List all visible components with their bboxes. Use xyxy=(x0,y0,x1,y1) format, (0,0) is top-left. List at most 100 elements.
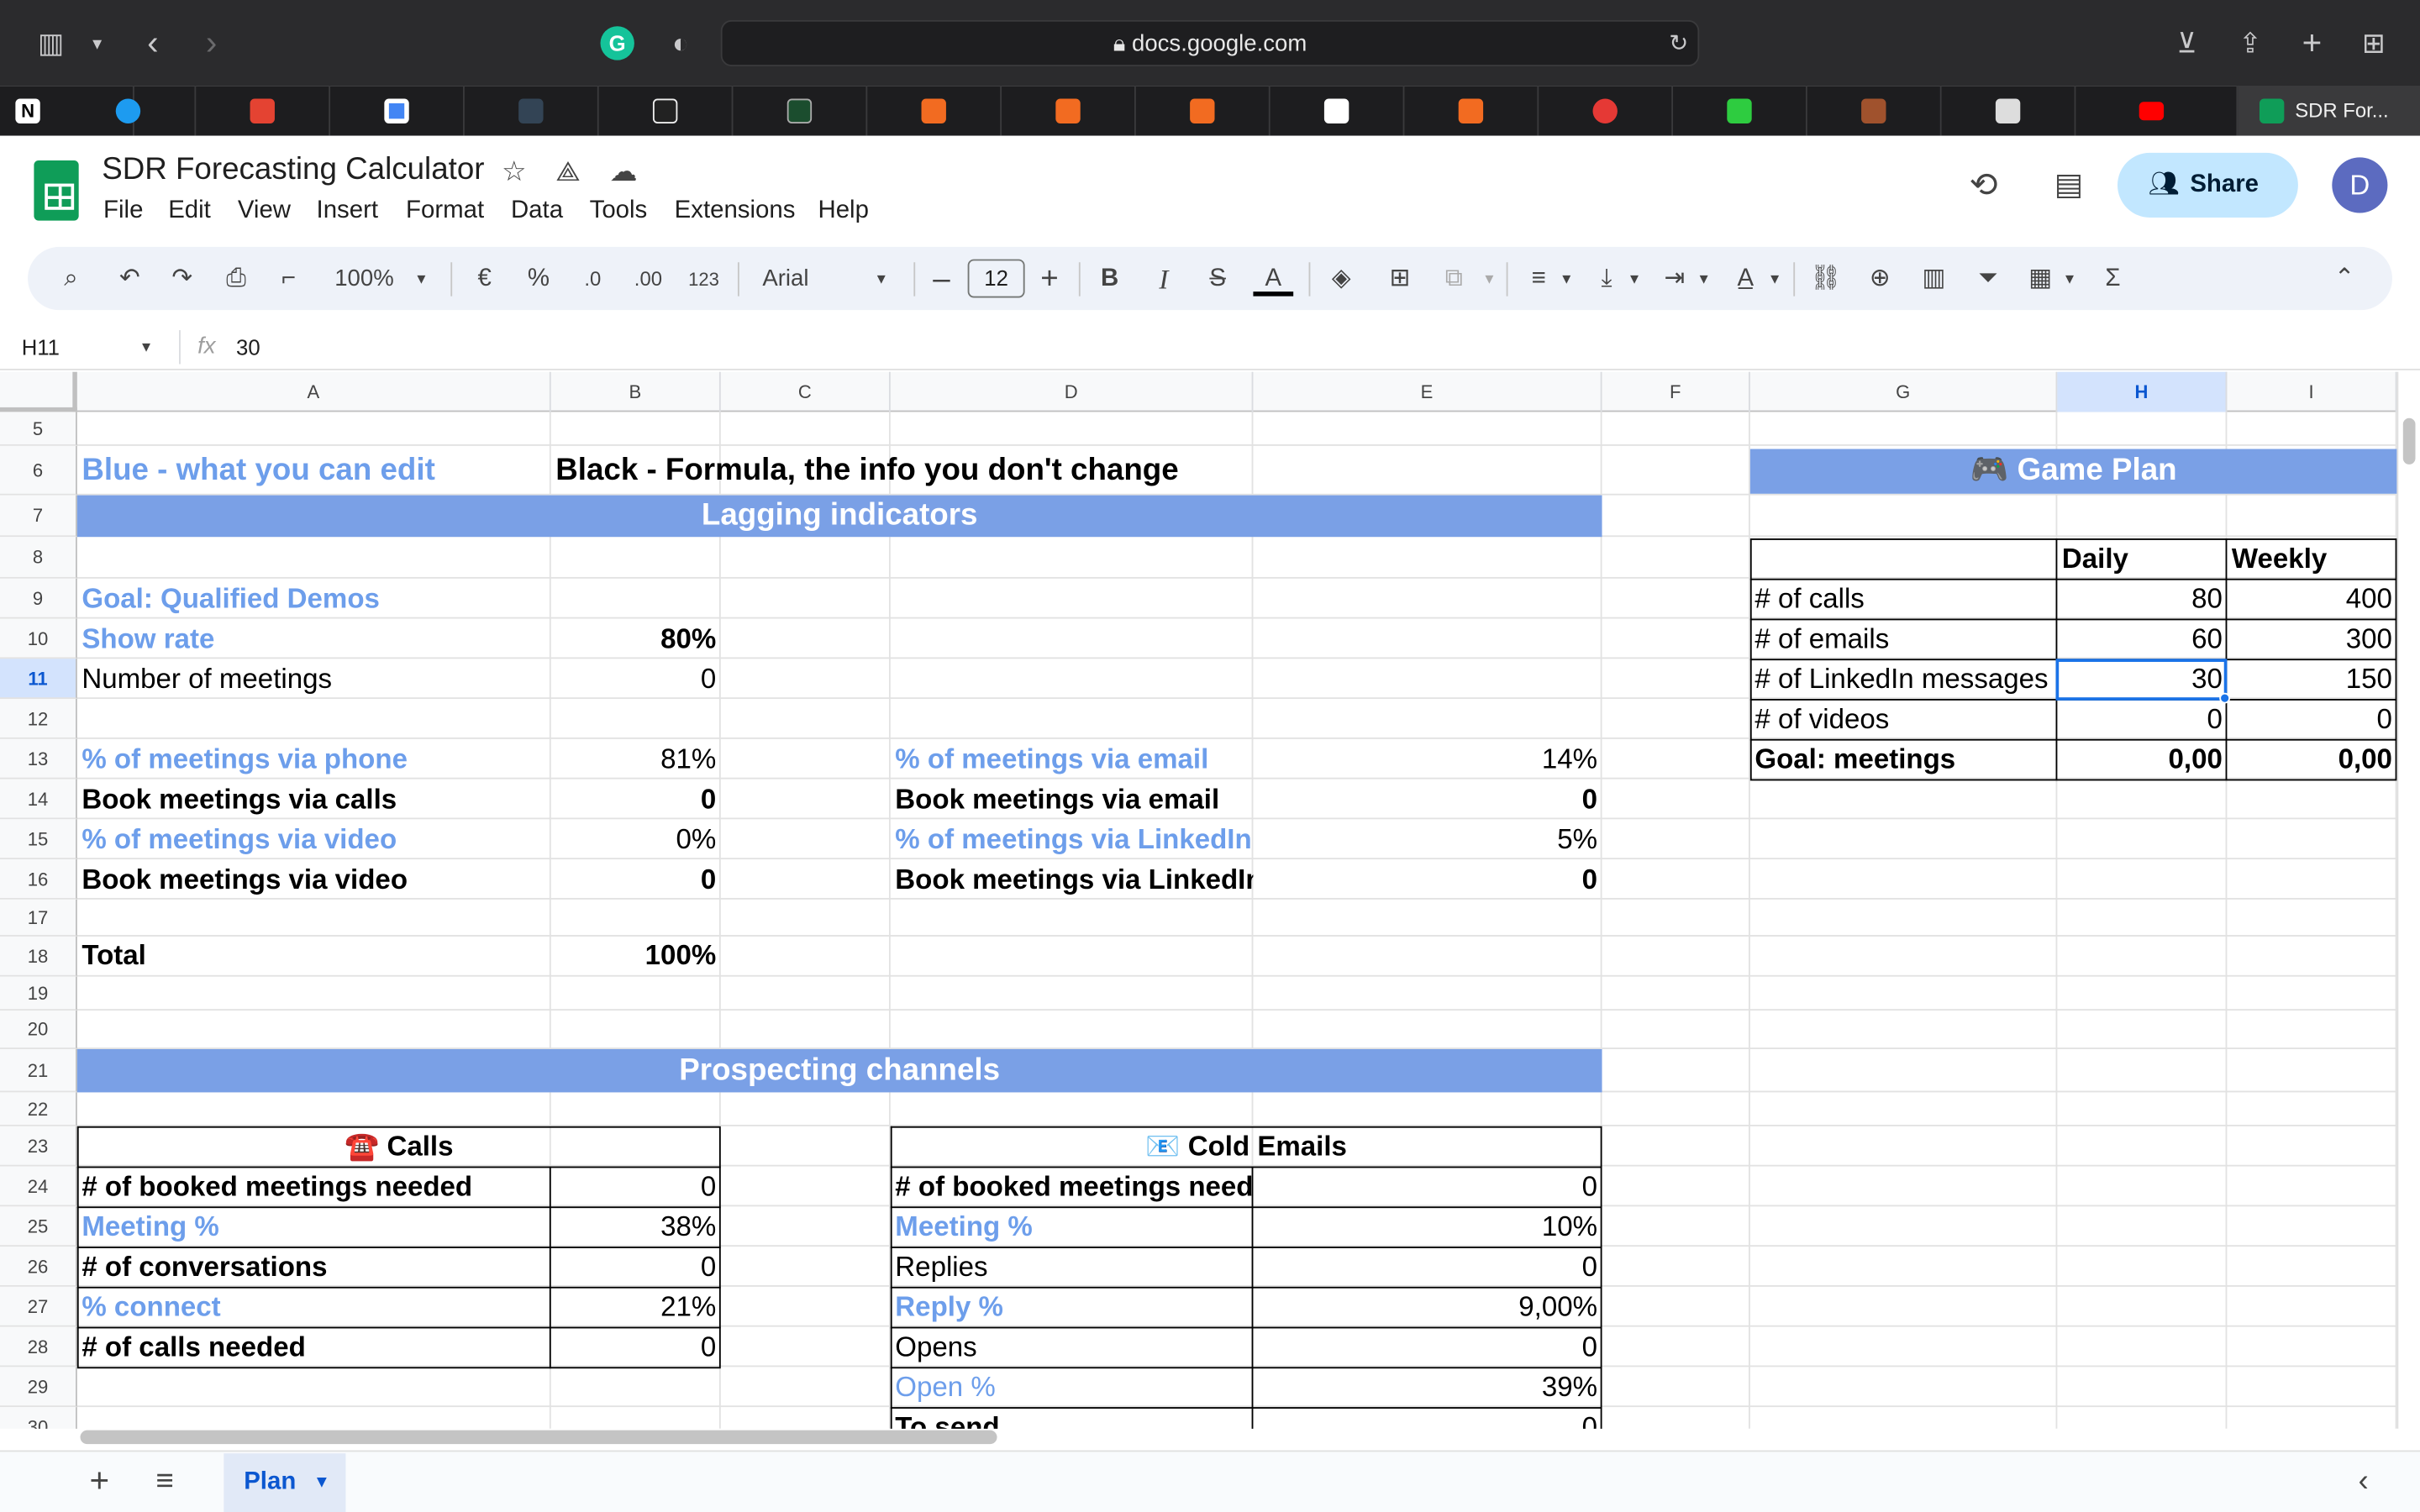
chevron-down-icon[interactable]: ▾ xyxy=(2059,262,2081,296)
game-plan-calls-label[interactable]: # of calls xyxy=(1750,580,2058,617)
sheets-logo-icon[interactable] xyxy=(34,160,79,221)
row-header[interactable]: 8 xyxy=(0,537,77,579)
menu-tools[interactable]: Tools xyxy=(590,196,648,227)
chevron-down-icon[interactable]: ▾ xyxy=(1693,262,1715,296)
all-sheets-icon[interactable]: ≡ xyxy=(156,1462,174,1499)
tab-profile[interactable] xyxy=(465,86,599,136)
document-title[interactable]: SDR Forecasting Calculator xyxy=(102,151,484,188)
pct-meetings-phone-value[interactable]: 81% xyxy=(551,741,721,778)
fill-handle[interactable] xyxy=(2219,692,2231,704)
vertical-align-icon[interactable]: ⤓ xyxy=(1590,262,1623,296)
show-rate-label[interactable]: Show rate xyxy=(77,620,551,657)
avatar[interactable]: D xyxy=(2332,157,2388,213)
pct-meetings-linkedin-value[interactable]: 5% xyxy=(1253,821,1602,858)
row-header[interactable]: 21 xyxy=(0,1048,77,1093)
game-plan-emails-label[interactable]: # of emails xyxy=(1750,620,2058,657)
pct-meetings-linkedin-label[interactable]: % of meetings via LinkedIn xyxy=(891,821,1254,858)
tab-bookmark-2[interactable] xyxy=(1002,86,1136,136)
game-plan-daily-header[interactable]: Daily xyxy=(2057,540,2227,577)
fill-color-icon[interactable]: ◈ xyxy=(1324,262,1358,296)
row-header[interactable]: 6 xyxy=(0,445,77,496)
tab-twitter[interactable] xyxy=(61,86,197,136)
font-select[interactable]: Arial xyxy=(762,262,855,296)
reply-pct-value[interactable]: 9,00% xyxy=(1253,1289,1602,1326)
pct-meetings-email-label[interactable]: % of meetings via email xyxy=(891,741,1254,778)
italic-icon[interactable]: I xyxy=(1149,262,1180,296)
merge-cells-icon[interactable]: ⧉ xyxy=(1437,262,1470,296)
number-format-button[interactable]: 123 xyxy=(684,262,724,296)
chevron-down-icon[interactable]: ▾ xyxy=(411,262,433,296)
collapse-toolbar-icon[interactable]: ⌃ xyxy=(2328,262,2361,296)
menu-data[interactable]: Data xyxy=(511,196,563,227)
replies-label[interactable]: Replies xyxy=(891,1248,1254,1285)
legend-black[interactable]: Black - Formula, the info you don't chan… xyxy=(551,452,1602,489)
game-plan-linkedin-label[interactable]: # of LinkedIn messages xyxy=(1750,660,2058,697)
bold-icon[interactable]: B xyxy=(1094,262,1125,296)
address-bar[interactable]: 🔒︎ docs.google.com ↻ xyxy=(720,19,1700,68)
calls-booked-meetings-label[interactable]: # of booked meetings needed xyxy=(77,1168,551,1205)
connect-pct-value[interactable]: 21% xyxy=(551,1289,721,1326)
menu-help[interactable]: Help xyxy=(818,196,868,227)
row-header[interactable]: 23 xyxy=(0,1126,77,1167)
reload-icon[interactable]: ↻ xyxy=(1669,22,1688,68)
menu-file[interactable]: File xyxy=(103,196,143,227)
currency-button[interactable]: € xyxy=(469,262,500,296)
to-send-label[interactable]: To send xyxy=(891,1409,1254,1429)
emails-meeting-pct-value[interactable]: 10% xyxy=(1253,1208,1602,1245)
back-icon[interactable]: ‹ xyxy=(129,20,176,66)
book-meetings-calls-label[interactable]: Book meetings via calls xyxy=(77,780,551,817)
book-meetings-linkedin-value[interactable]: 0 xyxy=(1253,861,1602,898)
strikethrough-icon[interactable]: S xyxy=(1202,262,1234,296)
game-plan-videos-label[interactable]: # of videos xyxy=(1750,701,2058,738)
increase-font-size-icon[interactable]: + xyxy=(1034,262,1065,296)
book-meetings-calls-value[interactable]: 0 xyxy=(551,780,721,817)
opens-value[interactable]: 0 xyxy=(1253,1328,1602,1365)
row-header[interactable]: 18 xyxy=(0,936,77,977)
row-header[interactable]: 14 xyxy=(0,779,77,820)
calls-needed-label[interactable]: # of calls needed xyxy=(77,1328,551,1365)
game-plan-videos-weekly[interactable]: 0 xyxy=(2227,701,2396,738)
redo-icon[interactable]: ↷ xyxy=(166,262,197,296)
calls-meeting-pct-label[interactable]: Meeting % xyxy=(77,1208,551,1245)
cloud-saved-icon[interactable]: ☁ xyxy=(610,153,638,190)
vertical-scrollbar[interactable] xyxy=(2396,371,2420,1429)
filter-icon[interactable]: ⏷ xyxy=(1971,262,2005,296)
forward-icon[interactable]: › xyxy=(188,20,234,66)
game-plan-emails-daily[interactable]: 60 xyxy=(2057,620,2227,657)
tab-todoist[interactable] xyxy=(196,86,331,136)
name-box[interactable]: H11 xyxy=(22,333,60,361)
book-meetings-video-label[interactable]: Book meetings via video xyxy=(77,861,551,898)
chevron-down-icon[interactable]: ▾ xyxy=(1479,262,1501,296)
tab-home[interactable] xyxy=(1673,86,1807,136)
formula-input[interactable]: 30 xyxy=(236,333,260,361)
search-icon[interactable]: ⌕ xyxy=(55,262,87,296)
row-header[interactable]: 24 xyxy=(0,1166,77,1207)
game-plan-calls-weekly[interactable]: 400 xyxy=(2227,580,2396,617)
insert-comment-icon[interactable]: ⊕ xyxy=(1863,262,1897,296)
row-header[interactable]: 27 xyxy=(0,1286,77,1327)
book-meetings-video-value[interactable]: 0 xyxy=(551,861,721,898)
explore-collapse-icon[interactable]: ‹ xyxy=(2359,1462,2369,1499)
insert-chart-icon[interactable]: ▥ xyxy=(1917,262,1950,296)
emails-booked-meetings-label[interactable]: # of booked meetings needed xyxy=(891,1168,1253,1205)
calls-header[interactable]: ☎️ Calls xyxy=(77,1128,721,1165)
insert-link-icon[interactable]: ⛓ xyxy=(1809,262,1843,296)
total-label[interactable]: Total xyxy=(77,937,551,974)
row-header[interactable]: 20 xyxy=(0,1011,77,1049)
zoom-select[interactable]: 100% xyxy=(327,262,401,296)
filter-views-icon[interactable]: ▦ xyxy=(2023,262,2057,296)
row-header[interactable]: 13 xyxy=(0,738,77,780)
sidebar-icon[interactable]: ▥ xyxy=(28,20,74,66)
menu-view[interactable]: View xyxy=(238,196,291,227)
reply-pct-label[interactable]: Reply % xyxy=(891,1289,1254,1326)
conversations-label[interactable]: # of conversations xyxy=(77,1248,551,1285)
text-rotation-icon[interactable]: A̲ xyxy=(1728,262,1762,296)
chevron-down-icon[interactable]: ▾ xyxy=(74,20,120,66)
menu-extensions[interactable]: Extensions xyxy=(675,196,796,227)
tab-poker[interactable] xyxy=(1539,86,1674,136)
pct-meetings-video-value[interactable]: 0% xyxy=(551,821,721,858)
tab-notes[interactable] xyxy=(599,86,734,136)
show-rate-value[interactable]: 80% xyxy=(551,620,721,657)
star-icon[interactable]: ☆ xyxy=(502,153,527,190)
row-header[interactable]: 12 xyxy=(0,699,77,739)
